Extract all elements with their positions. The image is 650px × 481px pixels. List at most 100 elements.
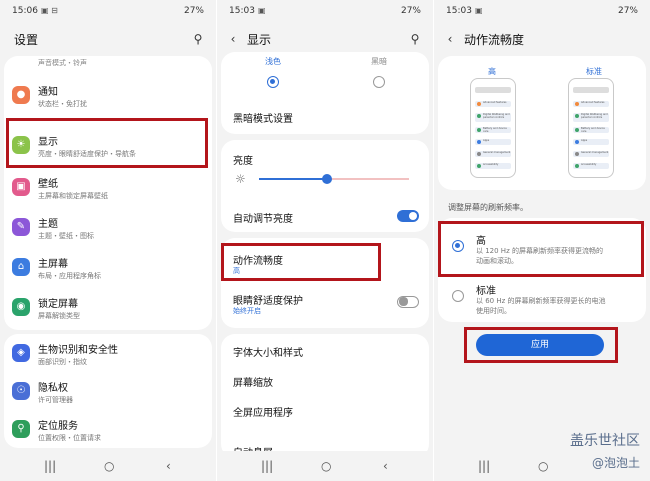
recent-apps-button[interactable]: ||| <box>478 459 490 473</box>
item-title: 通知 <box>38 87 58 98</box>
brightness-card: 亮度 ☼ 自动调节亮度 <box>221 140 429 232</box>
preview-standard-label: 标准 <box>586 67 602 76</box>
display-highlight-box <box>6 118 208 168</box>
item-title: 主题 <box>38 219 58 230</box>
status-battery: 27% <box>183 6 204 16</box>
settings-item-privacy[interactable]: ☉ 隐私权 许可管理器 <box>4 372 212 412</box>
auto-brightness-toggle[interactable] <box>397 210 419 222</box>
fullscreen-apps[interactable]: 全屏应用程序 <box>233 404 293 419</box>
privacy-icon: ☉ <box>12 382 30 400</box>
item-subtitle: 布局・应用程序角标 <box>38 272 101 280</box>
preview-phone-high: Advanced features Digital Wellbeing and … <box>470 78 516 178</box>
page-title: 设置 <box>14 33 39 47</box>
preview-item: Advanced features <box>581 101 605 104</box>
search-icon[interactable]: ⚲ <box>190 31 206 47</box>
nav-bar: ||| ○ <box>434 451 650 481</box>
theme-mode-card: 浅色 黑暗 黑暗模式设置 <box>221 52 429 134</box>
eye-comfort-value: 始终开启 <box>233 307 261 315</box>
image-icon: ▣ <box>12 178 30 196</box>
settings-card-1: 声音模式・铃声 ● 通知 状态栏・免打扰 ☀ 显示 亮度・眼睛舒适度保护・导航条… <box>4 56 212 330</box>
item-subtitle: 屏幕解锁类型 <box>38 312 80 320</box>
location-icon: ⚲ <box>12 420 30 438</box>
settings-item-lock-screen[interactable]: ◉ 锁定屏幕 屏幕解锁类型 <box>4 288 212 328</box>
refresh-rate-description: 调整屏幕的刷新频率。 <box>448 203 528 212</box>
preview-item: Battery and device care <box>483 127 507 133</box>
home-button[interactable]: ○ <box>104 459 114 473</box>
preview-item: Apps <box>581 139 588 142</box>
item-subtitle: 主屏幕和锁定屏幕壁纸 <box>38 192 108 200</box>
item-subtitle: 状态栏・免打扰 <box>38 100 87 108</box>
preview-card: 高 标准 Advanced features Digital Wellbeing… <box>438 56 646 190</box>
light-mode-radio[interactable] <box>267 76 279 88</box>
brightness-label: 亮度 <box>233 156 253 167</box>
font-size-style[interactable]: 字体大小和样式 <box>233 344 303 359</box>
display-panel: 15:03 ▣ 27% ‹ 显示 ⚲ 浅色 黑暗 黑暗模式设置 亮度 ☼ 自动调… <box>217 0 433 481</box>
settings-item-biometrics[interactable]: ◈ 生物识别和安全性 面部识别・指纹 <box>4 334 212 374</box>
preview-item: Apps <box>483 139 490 142</box>
preview-phone-standard: Advanced features Digital Wellbeing and … <box>568 78 614 178</box>
preview-item: General management <box>483 151 511 154</box>
settings-item-wallpaper[interactable]: ▣ 壁纸 主屏幕和锁定屏幕壁纸 <box>4 168 212 208</box>
status-notification-icons: ▣ <box>475 6 483 15</box>
search-icon[interactable]: ⚲ <box>407 31 423 47</box>
brush-icon: ✎ <box>12 218 30 236</box>
screen-zoom[interactable]: 屏幕缩放 <box>233 374 273 389</box>
brightness-sun-icon: ☼ <box>235 172 246 186</box>
partial-item-subtitle: 声音模式・铃声 <box>38 59 87 67</box>
page-title: 显示 <box>247 33 272 47</box>
status-battery: 27% <box>400 6 421 16</box>
standard-option-title[interactable]: 标准 <box>476 282 496 297</box>
recent-apps-button[interactable]: ||| <box>261 459 273 473</box>
item-title: 定位服务 <box>38 421 78 432</box>
bell-icon: ● <box>12 86 30 104</box>
apply-highlight-box <box>464 327 618 363</box>
preview-item: Advanced features <box>483 101 507 104</box>
eye-comfort-toggle[interactable] <box>397 296 419 308</box>
preview-item: General management <box>581 151 609 154</box>
item-title: 主屏幕 <box>38 259 68 270</box>
dark-mode-settings[interactable]: 黑暗模式设置 <box>233 110 293 125</box>
recent-apps-button[interactable]: ||| <box>44 459 56 473</box>
settings-item-location[interactable]: ⚲ 定位服务 位置权限・位置请求 <box>4 410 212 450</box>
page-title: 动作流畅度 <box>464 33 525 47</box>
motion-smoothness-panel: 15:03 ▣ 27% ‹ 动作流畅度 高 标准 Advanced featur… <box>434 0 650 481</box>
item-subtitle: 许可管理器 <box>38 396 73 404</box>
status-time: 15:03 <box>446 6 472 16</box>
item-title: 壁纸 <box>38 179 58 190</box>
back-button[interactable]: ‹ <box>383 459 388 473</box>
status-notification-icons: ▣ <box>258 6 266 15</box>
item-subtitle: 面部识别・指纹 <box>38 358 87 366</box>
font-card: 字体大小和样式 屏幕缩放 全屏应用程序 自动息屏 <box>221 334 429 459</box>
motion-highlight-box <box>221 243 381 281</box>
preview-item: Digital Wellbeing and parental controls <box>581 113 608 119</box>
status-bar: 15:06 ▣ ⊟ 27% <box>12 6 204 20</box>
dark-mode-radio[interactable] <box>373 76 385 88</box>
preview-item: Accessibility <box>483 163 499 166</box>
standard-option-radio[interactable] <box>452 290 464 302</box>
preview-item: Battery and device care <box>581 127 605 133</box>
nav-bar: ||| ○ ‹ <box>0 451 216 481</box>
watermark-community: 盖乐世社区 <box>570 433 640 449</box>
item-title: 隐私权 <box>38 383 68 394</box>
item-subtitle: 主题・壁纸・图标 <box>38 232 94 240</box>
back-arrow-icon[interactable]: ‹ <box>442 31 458 47</box>
settings-item-notifications[interactable]: ● 通知 状态栏・免打扰 <box>4 76 212 116</box>
brightness-slider-track[interactable] <box>259 174 409 184</box>
settings-item-themes[interactable]: ✎ 主题 主题・壁纸・图标 <box>4 208 212 248</box>
preview-high-label: 高 <box>488 67 496 76</box>
settings-item-home-screen[interactable]: ⌂ 主屏幕 布局・应用程序角标 <box>4 248 212 288</box>
shield-icon: ◈ <box>12 344 30 362</box>
display-header: ‹ 显示 ⚲ <box>217 28 433 50</box>
back-arrow-icon[interactable]: ‹ <box>225 31 241 47</box>
preview-item: Digital Wellbeing and parental controls <box>483 113 510 119</box>
home-button[interactable]: ○ <box>538 459 548 473</box>
brightness-slider-knob[interactable] <box>321 174 332 184</box>
status-notification-icons: ▣ ⊟ <box>41 6 58 15</box>
nav-bar: ||| ○ ‹ <box>217 451 433 481</box>
auto-brightness-label: 自动调节亮度 <box>233 214 293 225</box>
eye-comfort-label[interactable]: 眼睛舒适度保护 <box>233 292 303 307</box>
home-button[interactable]: ○ <box>321 459 331 473</box>
back-button[interactable]: ‹ <box>166 459 171 473</box>
standard-option-desc: 以 60 Hz 的屏幕刷新频率获得更长的电池使用时间。 <box>476 297 606 315</box>
item-title: 生物识别和安全性 <box>38 345 118 356</box>
